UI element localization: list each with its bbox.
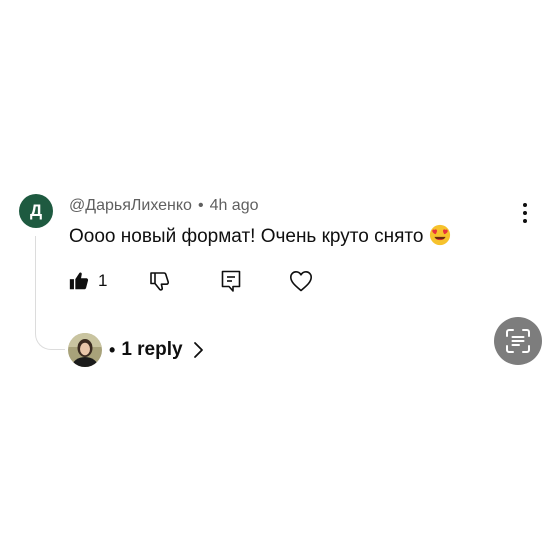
thumbs-up-filled-icon	[69, 272, 89, 290]
dislike-button[interactable]	[148, 268, 172, 294]
like-button[interactable]: 1	[68, 268, 107, 294]
reply-author-avatar	[68, 333, 102, 367]
view-replies-button[interactable]: • 1 reply	[68, 332, 205, 368]
author-avatar-initial: Д	[29, 201, 43, 220]
comment-text: Оооо новый формат! Очень круто снято	[69, 226, 424, 247]
meta-separator: •	[197, 197, 204, 214]
author-handle[interactable]: @ДарьяЛихенко	[69, 197, 192, 214]
like-count: 1	[98, 271, 108, 290]
heart-outline-icon	[290, 271, 312, 292]
comment-reply-icon	[221, 270, 241, 292]
comment-meta: @ДарьяЛихенко • 4h ago	[69, 196, 259, 216]
chevron-right-icon	[193, 342, 203, 358]
author-avatar[interactable]: Д	[19, 194, 53, 228]
replies-separator: •	[109, 339, 116, 360]
heart-eyes-emoji-icon	[430, 224, 451, 246]
comment-text-row: Оооо новый формат! Очень круто снято	[69, 224, 451, 250]
heart-button[interactable]	[289, 268, 313, 294]
replies-count-label: 1 reply	[121, 339, 183, 360]
visual-search-icon	[506, 329, 530, 353]
visual-search-button[interactable]	[494, 317, 542, 365]
thread-connector-line	[35, 236, 65, 350]
reply-button[interactable]	[220, 268, 242, 294]
comment-screen: Д @ДарьяЛихенко • 4h ago Оооо новый формат…	[0, 0, 560, 560]
more-vertical-icon[interactable]	[516, 200, 534, 226]
comment-timestamp: 4h ago	[209, 197, 259, 214]
thumbs-down-icon	[150, 272, 170, 291]
